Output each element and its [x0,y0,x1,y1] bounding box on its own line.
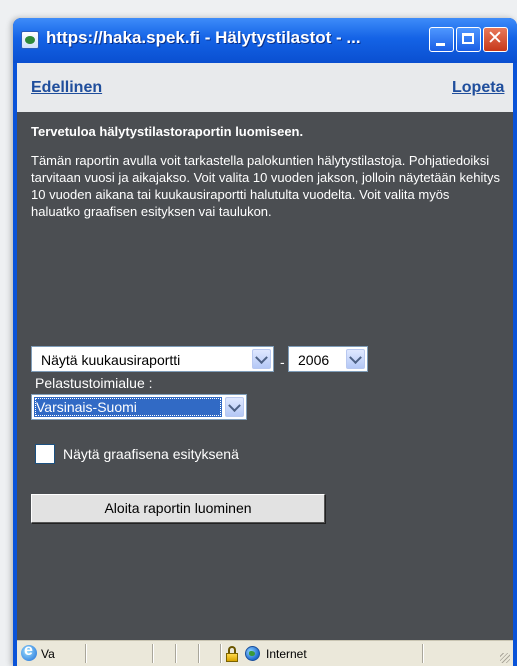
start-report-button[interactable]: Aloita raportin luominen [31,494,325,523]
status-divider [220,644,222,663]
quit-link[interactable]: Lopeta [452,79,504,97]
previous-link[interactable]: Edellinen [31,79,102,97]
region-value: Varsinais-Suomi [34,397,222,417]
close-button[interactable]: ✕ [483,27,508,52]
page-content: Edellinen Lopeta Tervetuloa hälytystilas… [17,63,513,666]
intro-text: Tämän raportin avulla voit tarkastella p… [31,153,501,219]
intro-section: Tervetuloa hälytystilastoraportin luomis… [31,124,501,220]
nav-bar: Edellinen Lopeta [17,63,513,112]
status-divider [85,644,87,663]
status-text: Va [41,647,55,661]
status-divider [198,644,200,663]
status-bar: Va Internet [17,640,513,666]
region-select[interactable]: Varsinais-Suomi [31,394,247,420]
graph-checkbox-label[interactable]: Näytä graafisena esityksenä [63,446,239,462]
close-icon: ✕ [487,27,503,49]
chevron-down-icon[interactable] [225,397,244,417]
report-type-select[interactable]: Näytä kuukausiraportti [31,346,274,372]
report-type-value: Näytä kuukausiraportti [41,352,181,368]
maximize-button[interactable] [456,27,481,52]
year-select[interactable]: 2006 [288,346,368,372]
page-heading: Tervetuloa hälytystilastoraportin luomis… [31,124,304,139]
lock-icon[interactable] [226,646,238,662]
graph-checkbox[interactable] [35,444,55,464]
maximize-icon [462,33,474,44]
title-bar[interactable]: https://haka.spek.fi - Hälytystilastot -… [13,18,517,63]
separator: - [280,354,285,370]
ie-page-icon [21,31,39,49]
resize-grip-icon[interactable] [500,653,510,663]
chevron-down-icon[interactable] [346,349,365,369]
minimize-icon [436,43,445,46]
window-title: https://haka.spek.fi - Hälytystilastot -… [46,28,361,47]
security-zone: Internet [266,647,307,661]
status-divider [422,644,424,663]
minimize-button[interactable] [429,27,454,52]
ie-page-status-icon [21,642,37,661]
browser-popup-window: https://haka.spek.fi - Hälytystilastot -… [13,18,517,666]
globe-icon [245,646,260,661]
year-value: 2006 [298,352,330,368]
chevron-down-icon[interactable] [252,349,271,369]
status-divider [175,644,177,663]
region-label: Pelastustoimialue : [35,375,153,391]
status-divider [152,644,154,663]
